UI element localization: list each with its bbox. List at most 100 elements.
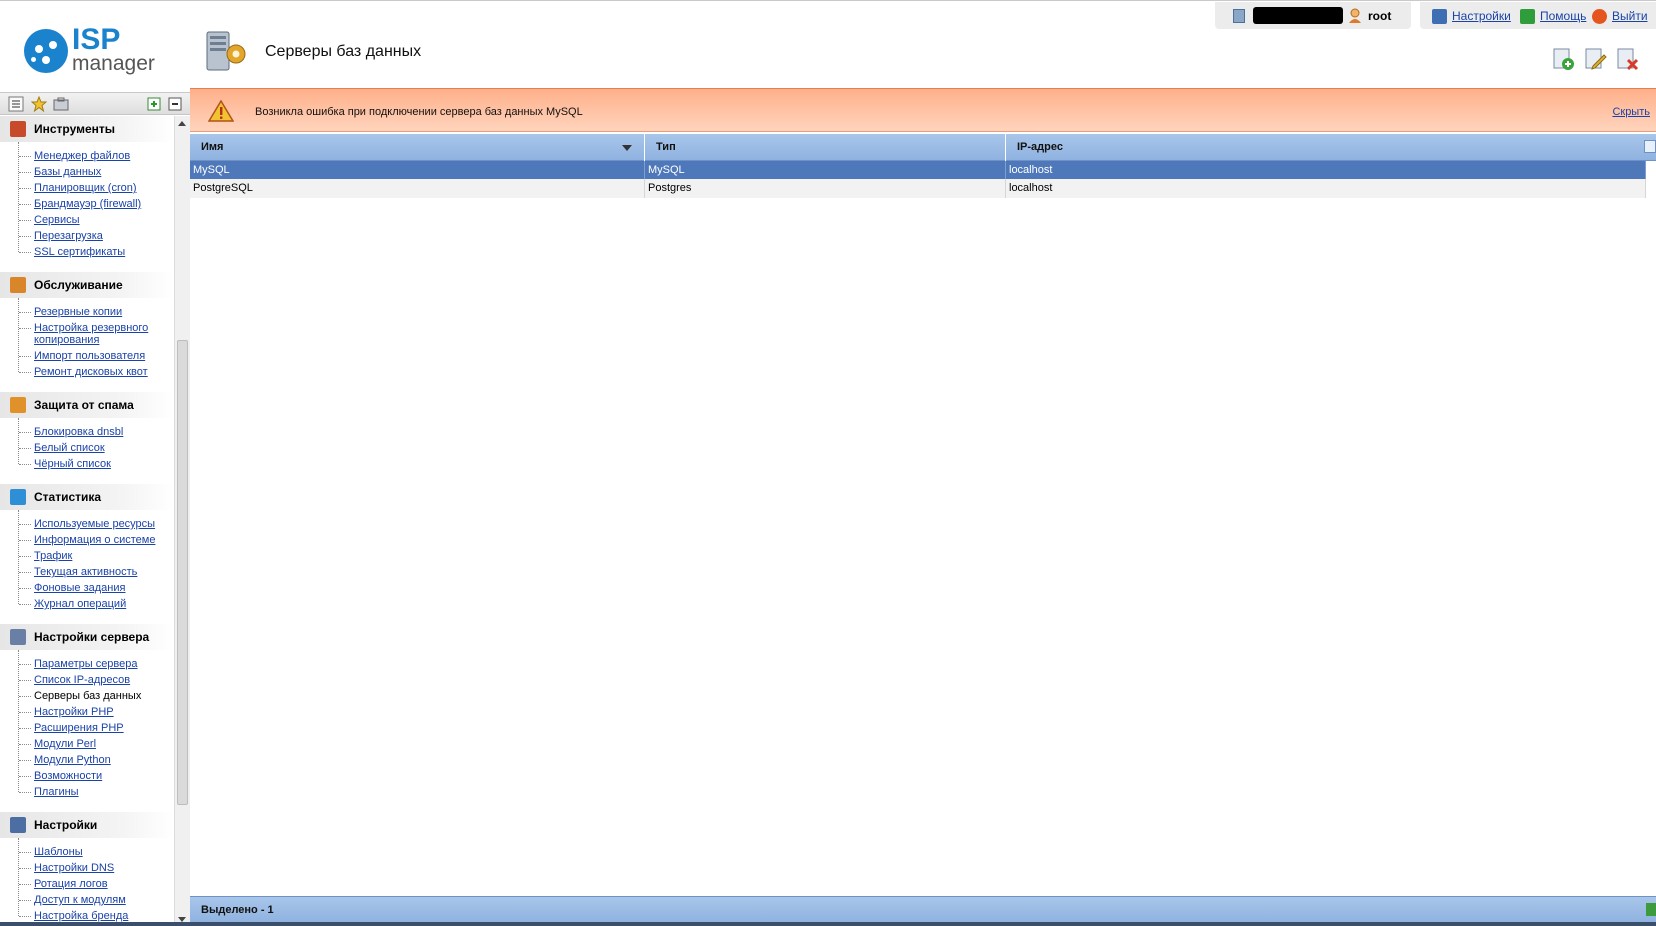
scroll-thumb[interactable] — [177, 340, 188, 805]
sidebar-item[interactable]: Доступ к модулям — [19, 892, 174, 908]
cell-name: MySQL — [190, 161, 645, 180]
logo-text-bottom: manager — [72, 52, 155, 75]
sidebar-item[interactable]: Блокировка dnsbl — [19, 424, 174, 440]
sidebar-item[interactable]: Ротация логов — [19, 876, 174, 892]
nav-group-header[interactable]: Настройки сервера — [0, 624, 174, 650]
sidebar-scrollbar[interactable] — [174, 116, 190, 926]
maintenance-icon — [10, 277, 26, 293]
ispmanager-logo[interactable]: ISP manager — [22, 25, 162, 75]
sidebar-item[interactable]: Менеджер файлов — [19, 148, 174, 164]
stats-icon — [10, 489, 26, 505]
nav-group-header[interactable]: Настройки — [0, 812, 174, 838]
sidebar-toolbar — [0, 93, 190, 115]
sidebar-item[interactable]: Настройка резервного копирования — [19, 320, 174, 348]
hide-alert-link[interactable]: Скрыть — [1612, 106, 1650, 118]
nav-group-header[interactable]: Обслуживание — [0, 272, 174, 298]
error-alert: Возникла ошибка при подключении сервера … — [190, 88, 1656, 132]
sidebar-item[interactable]: Импорт пользователя — [19, 348, 174, 364]
nav-group-header[interactable]: Статистика — [0, 484, 174, 510]
sidebar-item[interactable]: Перезагрузка — [19, 228, 174, 244]
table-row[interactable]: MySQL MySQL localhost — [190, 161, 1646, 180]
sidebar-item[interactable]: Брандмауэр (firewall) — [19, 196, 174, 212]
delete-icon[interactable] — [1614, 46, 1640, 72]
sidebar-item[interactable]: Список IP-адресов — [19, 672, 174, 688]
calculator-icon[interactable] — [1233, 9, 1245, 23]
username: root — [1368, 9, 1392, 23]
edit-icon[interactable] — [1582, 46, 1608, 72]
help-link[interactable]: Помощь — [1520, 8, 1586, 24]
settings-icon — [10, 817, 26, 833]
sidebar: Инструменты Менеджер файлов Базы данных Пла… — [0, 92, 190, 926]
export-icon[interactable] — [1646, 903, 1656, 916]
sidebar-item[interactable]: Фоновые задания — [19, 580, 174, 596]
table-row[interactable]: PostgreSQL Postgres localhost — [190, 179, 1646, 198]
sidebar-item[interactable]: Настройки DNS — [19, 860, 174, 876]
nav-group-settings: Настройки Шаблоны Настройки DNS Ротация лог… — [0, 812, 174, 924]
sidebar-menu: Инструменты Менеджер файлов Базы данных Пла… — [0, 116, 174, 926]
alert-message: Возникла ошибка при подключении сервера … — [255, 106, 583, 118]
shield-icon — [10, 397, 26, 413]
add-icon[interactable] — [1550, 46, 1576, 72]
sidebar-item[interactable]: Серверы баз данных — [19, 688, 174, 704]
sort-desc-icon[interactable] — [622, 145, 632, 151]
favorites-star-icon[interactable] — [31, 96, 47, 112]
settings-link[interactable]: Настройки — [1432, 8, 1511, 24]
sidebar-item[interactable]: Ремонт дисковых квот — [19, 364, 174, 380]
top-links: Настройки Помощь Выйти — [1420, 2, 1656, 29]
expand-all-icon[interactable] — [146, 96, 162, 112]
collapse-all-icon[interactable] — [167, 96, 183, 112]
sidebar-item[interactable]: Планировщик (cron) — [19, 180, 174, 196]
sidebar-item[interactable]: Используемые ресурсы — [19, 516, 174, 532]
list-view-icon[interactable] — [8, 96, 24, 112]
logout-icon — [1592, 8, 1607, 24]
sidebar-item[interactable]: Модули Python — [19, 752, 174, 768]
nav-group-header[interactable]: Защита от спама — [0, 392, 174, 418]
warning-icon — [208, 100, 234, 122]
sidebar-item[interactable]: Текущая активность — [19, 564, 174, 580]
nav-group-items: Параметры сервера Список IP-адресов Сервер… — [0, 650, 174, 800]
sidebar-item[interactable]: Журнал операций — [19, 596, 174, 612]
user-icon — [1349, 8, 1361, 23]
nav-group-title: Настройки сервера — [34, 630, 150, 644]
column-header-name[interactable]: Имя — [190, 134, 645, 161]
nav-group-title: Обслуживание — [34, 278, 123, 292]
sidebar-item[interactable]: Базы данных — [19, 164, 174, 180]
sidebar-item[interactable]: Резервные копии — [19, 304, 174, 320]
column-header-type[interactable]: Тип — [645, 134, 1006, 161]
server-settings-icon — [10, 629, 26, 645]
cell-ip: localhost — [1006, 179, 1646, 198]
nav-group-server-settings: Настройки сервера Параметры сервера Список… — [0, 624, 174, 800]
sidebar-item[interactable]: Модули Perl — [19, 736, 174, 752]
table-scrollbar[interactable] — [1646, 161, 1656, 896]
cell-type: Postgres — [645, 179, 1006, 198]
briefcase-icon[interactable] — [53, 96, 69, 112]
main-panel: Возникла ошибка при подключении сервера … — [190, 88, 1656, 926]
nav-group-items: Блокировка dnsbl Белый список Чёрный списо… — [0, 418, 174, 472]
sidebar-item[interactable]: Возможности — [19, 768, 174, 784]
sidebar-item[interactable]: Шаблоны — [19, 844, 174, 860]
logout-link[interactable]: Выйти — [1592, 8, 1648, 24]
sidebar-item[interactable]: Плагины — [19, 784, 174, 800]
sidebar-item[interactable]: Настройки PHP — [19, 704, 174, 720]
scroll-up-arrow-icon[interactable] — [178, 121, 186, 126]
sidebar-item[interactable]: Белый список — [19, 440, 174, 456]
column-header-ip[interactable]: IP-адрес — [1006, 134, 1646, 161]
tools-icon — [10, 121, 26, 137]
sidebar-item[interactable]: Расширения PHP — [19, 720, 174, 736]
nav-group-items: Резервные копии Настройка резервного копи… — [0, 298, 174, 380]
nav-group-header[interactable]: Инструменты — [0, 116, 174, 142]
sidebar-item[interactable]: Чёрный список — [19, 456, 174, 472]
sidebar-item[interactable]: Информация о системе — [19, 532, 174, 548]
sidebar-item[interactable]: Трафик — [19, 548, 174, 564]
sidebar-item[interactable]: Сервисы — [19, 212, 174, 228]
sidebar-item[interactable]: Параметры сервера — [19, 656, 174, 672]
window-bottom-edge — [0, 922, 1656, 926]
hostname-redacted — [1253, 7, 1343, 24]
table-footer: Выделено - 1 — [190, 896, 1656, 922]
column-chooser-icon[interactable] — [1644, 140, 1656, 153]
nav-group-title: Защита от спама — [34, 398, 134, 412]
help-icon — [1520, 8, 1535, 24]
nav-group-shield: Защита от спама Блокировка dnsbl Белый спи… — [0, 392, 174, 472]
nav-group-stats: Статистика Используемые ресурсы Информация… — [0, 484, 174, 612]
sidebar-item[interactable]: SSL сертификаты — [19, 244, 174, 260]
